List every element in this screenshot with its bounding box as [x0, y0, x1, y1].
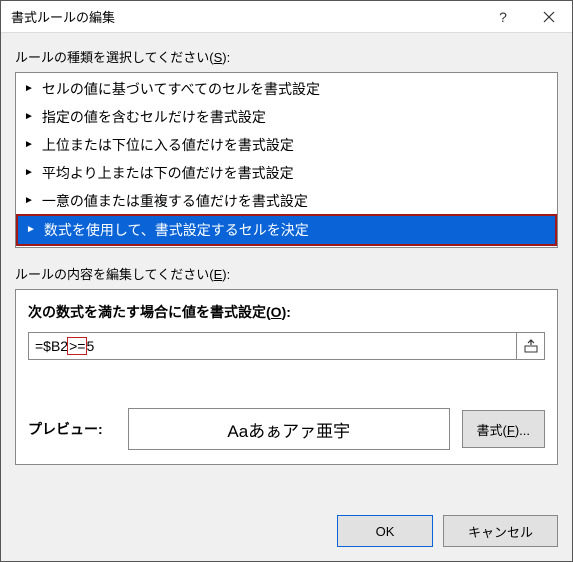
help-button[interactable]: ? — [480, 1, 526, 33]
rule-edit-box: 次の数式を満たす場合に値を書式設定(O): =$B2>=5 プレビュー: Aaあ… — [15, 289, 558, 465]
triangle-icon: ► — [24, 83, 34, 94]
formula-text-post: 5 — [86, 338, 94, 354]
titlebar: 書式ルールの編集 ? — [1, 1, 572, 33]
rule-type-item[interactable]: ► 一意の値または重複する値だけを書式設定 — [16, 187, 557, 215]
range-selector-button[interactable] — [517, 332, 545, 360]
triangle-icon: ► — [24, 139, 34, 150]
rule-type-item[interactable]: ► 上位または下位に入る値だけを書式設定 — [16, 131, 557, 159]
close-button[interactable] — [526, 1, 572, 33]
rule-edit-section-label: ルールの内容を編集してください(E): — [15, 264, 558, 283]
dialog-title: 書式ルールの編集 — [11, 7, 480, 26]
formula-row: =$B2>=5 — [28, 332, 545, 360]
edit-rule-dialog: 書式ルールの編集 ? ルールの種類を選択してください(S): ► セルの値に基づい… — [0, 0, 573, 562]
rule-type-item[interactable]: ► 数式を使用して、書式設定するセルを決定 — [16, 214, 557, 246]
ok-button[interactable]: OK — [337, 515, 433, 547]
triangle-icon: ► — [26, 224, 36, 235]
formula-text-highlight: >= — [67, 337, 87, 355]
rule-type-item[interactable]: ► セルの値に基づいてすべてのセルを書式設定 — [16, 75, 557, 103]
preview-row: プレビュー: Aaあぁアァ亜宇 書式(F)... — [28, 408, 545, 450]
formula-input[interactable]: =$B2>=5 — [28, 332, 517, 360]
triangle-icon: ► — [24, 167, 34, 178]
formula-text-pre: =$B2 — [35, 338, 68, 354]
dialog-footer: OK キャンセル — [337, 515, 558, 547]
formula-label: 次の数式を満たす場合に値を書式設定(O): — [28, 302, 545, 322]
triangle-icon: ► — [24, 195, 34, 206]
cancel-button[interactable]: キャンセル — [443, 515, 558, 547]
rule-type-item[interactable]: ► 指定の値を含むセルだけを書式設定 — [16, 103, 557, 131]
rule-type-list[interactable]: ► セルの値に基づいてすべてのセルを書式設定 ► 指定の値を含むセルだけを書式設定 ► 上… — [15, 72, 558, 248]
format-button[interactable]: 書式(F)... — [462, 410, 545, 448]
rule-type-item[interactable]: ► 平均より上または下の値だけを書式設定 — [16, 159, 557, 187]
rule-type-item-label: 平均より上または下の値だけを書式設定 — [42, 163, 294, 183]
rule-type-section-label: ルールの種類を選択してください(S): — [15, 47, 558, 66]
preview-label: プレビュー: — [28, 419, 116, 439]
rule-type-item-label: セルの値に基づいてすべてのセルを書式設定 — [42, 79, 320, 99]
rule-type-item-label: 指定の値を含むセルだけを書式設定 — [42, 107, 266, 127]
dialog-content: ルールの種類を選択してください(S): ► セルの値に基づいてすべてのセルを書式設… — [1, 33, 572, 465]
rule-type-item-label: 上位または下位に入る値だけを書式設定 — [42, 135, 294, 155]
rule-type-item-label: 数式を使用して、書式設定するセルを決定 — [44, 220, 309, 240]
svg-text:?: ? — [499, 10, 507, 24]
preview-sample: Aaあぁアァ亜宇 — [128, 408, 450, 450]
triangle-icon: ► — [24, 111, 34, 122]
rule-type-item-label: 一意の値または重複する値だけを書式設定 — [42, 191, 308, 211]
